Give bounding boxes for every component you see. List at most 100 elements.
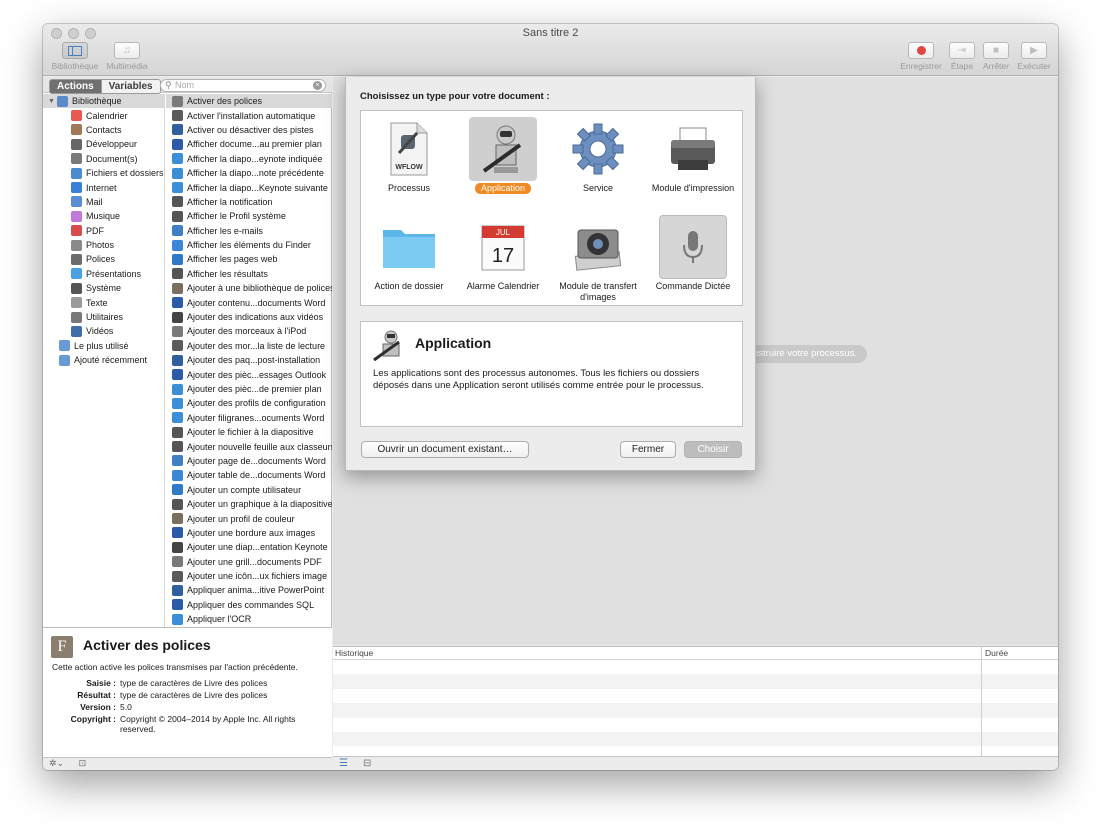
type-calendar-alarm[interactable]: JUL 17 Alarme Calendrier — [455, 211, 551, 307]
action-label: Appliquer l'OCR — [187, 614, 252, 625]
library-category-item[interactable]: Fichiers et dossiers — [43, 166, 164, 180]
action-item[interactable]: Afficher la diapo...eynote indiquée — [166, 152, 332, 166]
action-item[interactable]: Ajouter des profils de configuration — [166, 396, 332, 410]
library-category-item[interactable]: Document(s) — [43, 152, 164, 166]
library-category-item[interactable]: Développeur — [43, 137, 164, 151]
action-item[interactable]: Activer des polices — [166, 94, 332, 109]
clear-search-icon[interactable]: × — [313, 81, 322, 90]
library-category-item[interactable]: Système — [43, 281, 164, 295]
action-item[interactable]: Ajouter filigranes...ocuments Word — [166, 411, 332, 425]
action-item[interactable]: Ajouter un graphique à la diapositive — [166, 497, 332, 511]
duration-column-header[interactable]: Durée — [985, 648, 1008, 658]
action-label: Afficher les résultats — [187, 268, 268, 279]
action-item[interactable]: Afficher la diapo...Keynote suivante — [166, 180, 332, 194]
split-view-icon[interactable]: ⊟ — [363, 758, 371, 769]
action-item[interactable]: Activer l'installation automatique — [166, 108, 332, 122]
info-field-row: Saisie : type de caractères de Livre des … — [52, 678, 327, 688]
tab-variables[interactable]: Variables — [101, 79, 161, 94]
tab-actions[interactable]: Actions — [49, 79, 102, 94]
type-workflow[interactable]: WFLOW Processus — [361, 113, 457, 209]
action-item[interactable]: Ajouter une grill...documents PDF — [166, 555, 332, 569]
media-toolbar-button[interactable]: ♫ Multimédia — [97, 42, 157, 71]
library-category-item[interactable]: Présentations — [43, 267, 164, 281]
library-category-item[interactable]: Internet — [43, 180, 164, 194]
library-category-label: Musique — [86, 211, 121, 222]
run-toolbar-button[interactable]: ▶ Exécuter — [1004, 42, 1058, 71]
type-image-capture[interactable]: Module de transfert d'images — [550, 211, 646, 307]
library-category-item[interactable]: Calendrier — [43, 108, 164, 122]
action-item[interactable]: Appliquer anima...itive PowerPoint — [166, 583, 332, 597]
type-service[interactable]: Service — [550, 113, 646, 209]
type-application[interactable]: Application — [455, 113, 551, 209]
bottom-footer: ☰ ⊟ — [333, 756, 1058, 770]
action-label: Ajouter des pièc...de premier plan — [187, 384, 322, 394]
action-item[interactable]: Afficher la notification — [166, 195, 332, 209]
category-icon — [71, 138, 82, 150]
action-item[interactable]: Appliquer des commandes SQL — [166, 598, 332, 612]
action-item[interactable]: Afficher les résultats — [166, 267, 332, 281]
library-category-item[interactable]: Photos — [43, 238, 164, 252]
smart-group-item[interactable]: Le plus utilisé — [43, 339, 164, 353]
library-root-label: Bibliothèque — [71, 96, 122, 107]
close-button[interactable]: Fermer — [620, 441, 676, 458]
action-item[interactable]: Afficher le Profil système — [166, 209, 332, 223]
action-item[interactable]: Ajouter un compte utilisateur — [166, 483, 332, 497]
action-item[interactable]: Ajouter des paq...post-installation — [166, 353, 332, 367]
action-icon — [172, 383, 183, 395]
library-root-item[interactable]: ▼ Bibliothèque — [43, 94, 164, 109]
action-item[interactable]: Afficher la diapo...note précédente — [166, 166, 332, 180]
action-item[interactable]: Ajouter nouvelle feuille aux classeurs — [166, 439, 332, 453]
action-item[interactable]: Ajouter un profil de couleur — [166, 511, 332, 525]
action-item[interactable]: Afficher les pages web — [166, 252, 332, 266]
folder-icon — [375, 215, 443, 279]
library-category-item[interactable]: Texte — [43, 295, 164, 309]
library-category-item[interactable]: Contacts — [43, 123, 164, 137]
action-label: Ajouter contenu...documents Word — [187, 297, 326, 308]
action-item[interactable]: Ajouter une icôn...ux fichiers image — [166, 569, 332, 583]
action-item[interactable]: Ajouter contenu...documents Word — [166, 295, 332, 309]
library-category-item[interactable]: Musique — [43, 209, 164, 223]
action-item[interactable]: Ajouter une bordure aux images — [166, 526, 332, 540]
action-item[interactable]: Ajouter table de...documents Word — [166, 468, 332, 482]
type-dictation-command[interactable]: Commande Dictée — [645, 211, 741, 307]
action-item[interactable]: Ajouter à une bibliothèque de polices — [166, 281, 332, 295]
history-column-header[interactable]: Historique — [335, 648, 373, 658]
action-item[interactable]: Afficher docume...au premier plan — [166, 137, 332, 151]
action-item[interactable]: Ajouter des mor...la liste de lecture — [166, 339, 332, 353]
action-item[interactable]: Ajouter page de...documents Word — [166, 454, 332, 468]
open-existing-button[interactable]: Ouvrir un document existant… — [361, 441, 529, 458]
action-item[interactable]: Ajouter des pièc...essages Outlook — [166, 367, 332, 381]
action-icon — [172, 282, 183, 294]
search-input[interactable]: ⚲ Nom × — [160, 79, 326, 92]
action-item[interactable]: Ajouter le fichier à la diapositive — [166, 425, 332, 439]
action-icon — [172, 95, 183, 107]
action-item[interactable]: Ajouter des indications aux vidéos — [166, 310, 332, 324]
type-print-plugin[interactable]: Module d'impression — [645, 113, 741, 209]
category-icon — [71, 225, 82, 237]
type-folder-action[interactable]: Action de dossier — [361, 211, 457, 307]
library-toolbar-button[interactable]: Bibliothèque — [45, 42, 105, 71]
action-item[interactable]: Ajouter des morceaux à l'iPod — [166, 324, 332, 338]
history-rows — [333, 660, 1058, 747]
action-item[interactable]: Ajouter des pièc...de premier plan — [166, 382, 332, 396]
choose-button[interactable]: Choisir — [684, 441, 742, 458]
library-category-item[interactable]: Utilitaires — [43, 310, 164, 324]
category-icon — [71, 311, 82, 323]
action-item[interactable]: Afficher les éléments du Finder — [166, 238, 332, 252]
gear-menu-icon[interactable]: ✲⌄ — [49, 758, 64, 768]
actions-list: Activer des polices Activer l'installatio… — [166, 94, 332, 627]
list-view-icon[interactable]: ☰ — [339, 758, 348, 769]
smart-group-item[interactable]: Ajouté récemment — [43, 353, 164, 367]
collapse-info-icon[interactable]: ⊡ — [79, 758, 87, 768]
action-item[interactable]: Activer ou désactiver des pistes — [166, 123, 332, 137]
action-item[interactable]: Appliquer l'OCR — [166, 612, 332, 626]
action-item[interactable]: Ajouter une diap...entation Keynote — [166, 540, 332, 554]
disclosure-triangle-icon[interactable]: ▼ — [48, 98, 55, 105]
media-label: Multimédia — [106, 61, 148, 71]
library-category-item[interactable]: Mail — [43, 195, 164, 209]
action-icon — [172, 297, 183, 309]
library-category-item[interactable]: Vidéos — [43, 324, 164, 338]
action-item[interactable]: Afficher les e-mails — [166, 224, 332, 238]
library-category-item[interactable]: PDF — [43, 224, 164, 238]
library-category-item[interactable]: Polices — [43, 252, 164, 266]
